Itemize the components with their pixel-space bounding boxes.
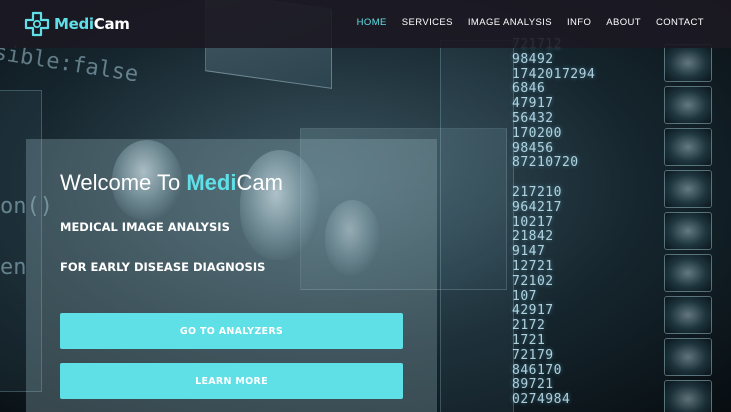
navbar: MediCam HOME SERVICES IMAGE ANALYSIS INF… — [0, 0, 731, 48]
bg-number: 9147 — [512, 244, 546, 260]
bg-number: 6846 — [512, 81, 546, 97]
bg-number: 42917 — [512, 303, 554, 319]
bg-number: 964217 — [512, 199, 562, 215]
bg-number: 56432 — [512, 110, 554, 126]
bg-thumbnail — [664, 380, 712, 412]
bg-number-column: 7217129849217420172946846479175643217020… — [512, 37, 640, 408]
learn-more-button[interactable]: LEARN MORE — [60, 363, 403, 399]
bg-thumbnail — [664, 212, 712, 250]
hero-card: Welcome To MediCam MEDICAL IMAGE ANALYSI… — [26, 139, 437, 412]
bg-number: 47917 — [512, 96, 554, 112]
bg-thumbnail-column — [664, 44, 724, 412]
bg-panel-right — [440, 40, 514, 412]
bg-number: 72102 — [512, 273, 554, 289]
bg-number — [512, 171, 640, 186]
hero-title: Welcome To MediCam — [60, 170, 283, 196]
bg-thumbnail — [664, 338, 712, 376]
bg-thumbnail — [664, 128, 712, 166]
bg-number: 89721 — [512, 377, 554, 393]
bg-thumbnail — [664, 296, 712, 334]
hero-subtitle-1: MEDICAL IMAGE ANALYSIS — [60, 220, 230, 234]
bg-number: 217210 — [512, 184, 562, 200]
bg-number: 98492 — [512, 51, 554, 67]
main-nav: HOME SERVICES IMAGE ANALYSIS INFO ABOUT … — [357, 17, 704, 28]
bg-number: 12721 — [512, 258, 554, 274]
hero-subtitle-2: FOR EARLY DISEASE DIAGNOSIS — [60, 260, 266, 274]
nav-item-about[interactable]: ABOUT — [606, 17, 641, 28]
bg-number: 72179 — [512, 347, 554, 363]
nav-item-services[interactable]: SERVICES — [402, 17, 453, 28]
bg-number: 87210720 — [512, 155, 579, 171]
logo[interactable]: MediCam — [24, 11, 130, 37]
go-to-analyzers-button[interactable]: GO TO ANALYZERS — [60, 313, 403, 349]
hero-title-prefix: Welcome To — [60, 170, 187, 195]
page: sible:false on() en 72171298492174201729… — [0, 0, 731, 412]
brand-name-part-1: Medi — [54, 15, 94, 33]
nav-item-contact[interactable]: CONTACT — [656, 17, 704, 28]
brand-name: MediCam — [54, 15, 130, 33]
bg-thumbnail — [664, 44, 712, 82]
nav-item-info[interactable]: INFO — [567, 17, 591, 28]
medical-cross-icon — [24, 11, 50, 37]
bg-number: 0274984 — [512, 392, 571, 408]
bg-thumbnail — [664, 86, 712, 124]
nav-item-home[interactable]: HOME — [357, 17, 387, 28]
bg-thumbnail — [664, 254, 712, 292]
bg-number: 21842 — [512, 229, 554, 245]
bg-number: 2172 — [512, 318, 546, 334]
hero-title-highlight-2: Cam — [236, 170, 283, 195]
bg-number: 1721 — [512, 332, 546, 348]
bg-code-text-3: en — [0, 255, 27, 280]
bg-number: 170200 — [512, 125, 562, 141]
hero-title-highlight-1: Medi — [186, 170, 237, 195]
brand-name-part-2: Cam — [93, 15, 130, 33]
bg-thumbnail — [664, 170, 712, 208]
nav-item-image-analysis[interactable]: IMAGE ANALYSIS — [468, 17, 552, 28]
